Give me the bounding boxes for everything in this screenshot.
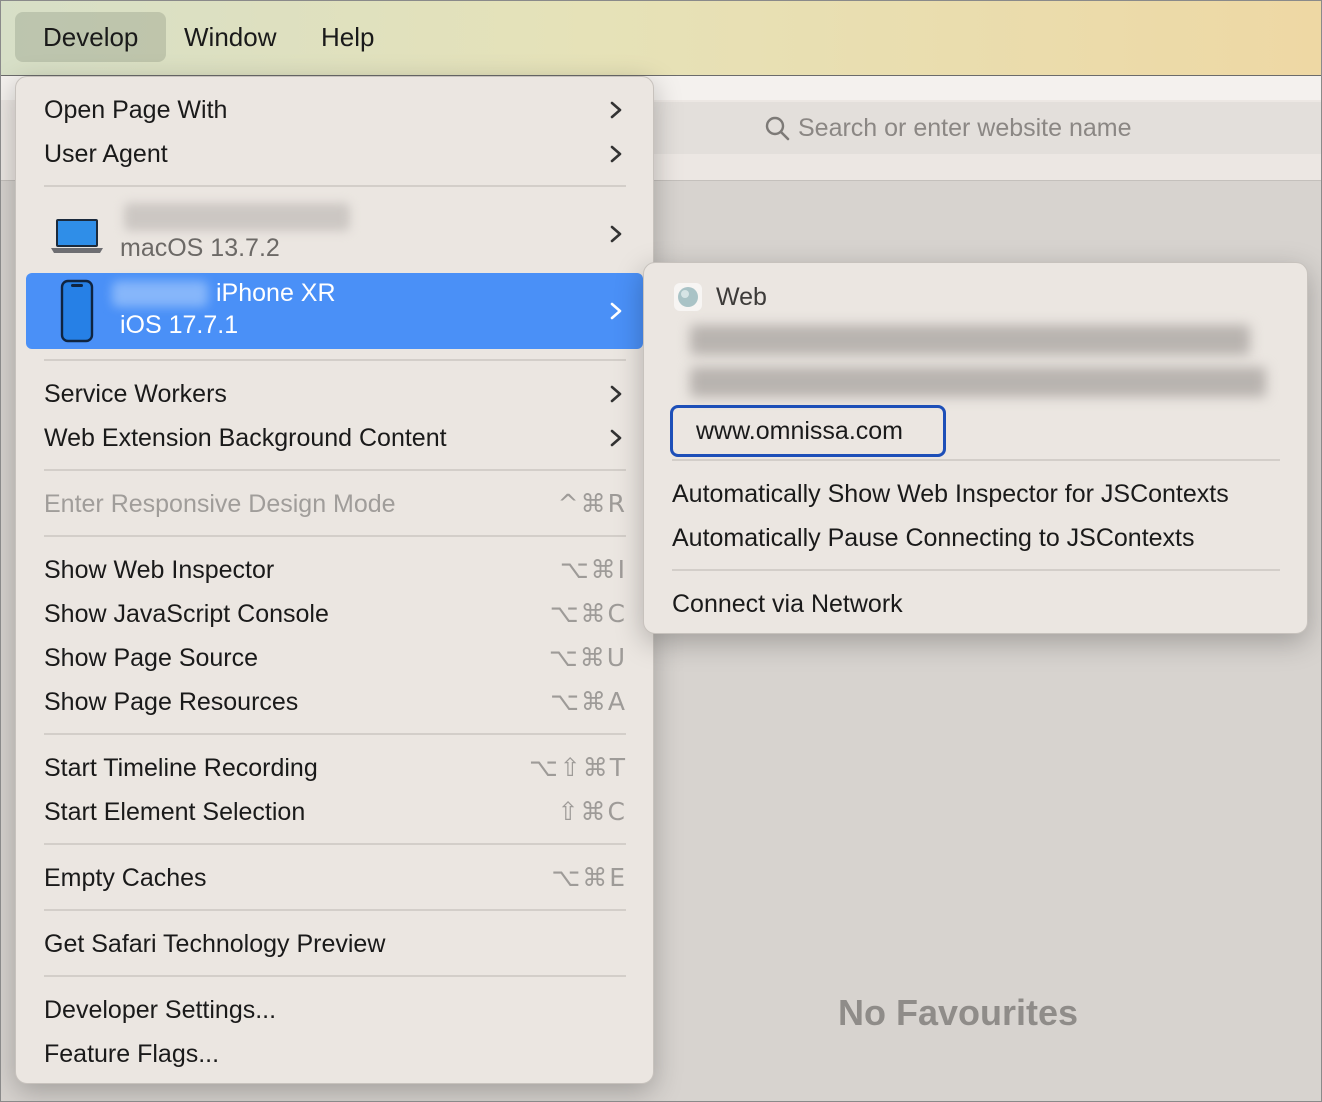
chevron-right-icon [610,145,622,163]
menu-help[interactable]: Help [293,12,402,62]
menu-item-web-extension[interactable]: Web Extension Background Content [26,416,643,460]
shortcut-label: ⌥⌘A [550,687,627,716]
chevron-right-icon [610,385,622,403]
menu-item-start-element-selection[interactable]: Start Element Selection ⇧⌘C [26,790,643,834]
menu-item-auto-pause[interactable]: Automatically Pause Connecting to JSCont… [672,516,1195,560]
separator [44,843,626,845]
menu-item-label: Enter Responsive Design Mode [44,490,396,518]
menu-item-developer-settings[interactable]: Developer Settings... [26,988,643,1032]
web-section-label: Web [716,283,767,311]
separator [44,185,626,187]
menu-item-mac-device[interactable]: macOS 13.7.2 [26,197,643,269]
separator [44,909,626,911]
menu-item-label: Empty Caches [44,864,207,892]
menu-item-start-timeline[interactable]: Start Timeline Recording ⌥⇧⌘T [26,746,643,790]
chevron-right-icon [610,225,622,243]
menu-item-show-web-inspector[interactable]: Show Web Inspector ⌥⌘I [26,548,643,592]
menu-item-label: Show Page Resources [44,688,299,716]
chevron-right-icon [610,302,622,320]
separator [44,469,626,471]
menu-item-responsive-design: Enter Responsive Design Mode ^⌘R [26,482,643,526]
menu-item-label: User Agent [44,140,168,168]
menu-item-label: Start Timeline Recording [44,754,318,782]
menu-item-label: Web Extension Background Content [44,424,447,452]
web-content-icon [674,283,702,311]
mac-os-version: macOS 13.7.2 [120,234,280,262]
menu-item-service-workers[interactable]: Service Workers [26,372,643,416]
menu-item-open-page-with[interactable]: Open Page With [26,88,643,132]
shortcut-label: ^⌘R [557,489,627,518]
menu-item-user-agent[interactable]: User Agent [26,132,643,176]
menu-item-feature-flags[interactable]: Feature Flags... [26,1032,643,1076]
separator [672,459,1280,461]
address-bar[interactable]: Search or enter website name [650,102,1322,154]
menu-item-iphone-device[interactable]: iPhone XR iOS 17.7.1 [26,273,643,349]
separator [672,569,1280,571]
shortcut-label: ⌥⌘I [559,555,627,584]
page-url-item[interactable]: www.omnissa.com [670,405,946,457]
menu-bar: Develop Window Help [0,0,1322,76]
menu-item-show-page-resources[interactable]: Show Page Resources ⌥⌘A [26,680,643,724]
menu-item-label: Service Workers [44,380,227,408]
redacted-identifier [690,367,1266,397]
shortcut-label: ⇧⌘C [557,797,627,826]
separator [44,975,626,977]
menu-item-auto-show-inspector[interactable]: Automatically Show Web Inspector for JSC… [672,472,1229,516]
menu-window[interactable]: Window [156,12,304,62]
menu-item-empty-caches[interactable]: Empty Caches ⌥⌘E [26,856,643,900]
shortcut-label: ⌥⇧⌘T [528,753,627,782]
separator [44,359,626,361]
develop-menu: Open Page With User Agent macOS 13.7.2 i… [15,76,654,1084]
menu-item-label: Show JavaScript Console [44,600,329,628]
menu-item-label: Show Page Source [44,644,259,672]
menu-item-technology-preview[interactable]: Get Safari Technology Preview [26,922,643,966]
device-submenu: Web www.omnissa.com Automatically Show W… [643,262,1308,634]
no-favourites-label: No Favourites [838,992,1079,1033]
menu-item-label: Open Page With [44,96,228,124]
separator [44,733,626,735]
device-name-redacted [112,281,208,307]
menu-item-label: Feature Flags... [44,1040,220,1068]
iphone-name: iPhone XR [216,279,336,307]
shortcut-label: ⌥⌘E [551,863,627,892]
menu-item-show-js-console[interactable]: Show JavaScript Console ⌥⌘C [26,592,643,636]
search-icon [765,116,790,141]
separator [44,535,626,537]
menu-item-connect-via-network[interactable]: Connect via Network [672,582,903,626]
laptop-icon [51,219,103,253]
search-placeholder: Search or enter website name [798,114,1132,142]
chevron-right-icon [610,101,622,119]
shortcut-label: ⌥⌘U [548,643,627,672]
menu-item-label: Show Web Inspector [44,556,275,584]
menu-item-show-page-source[interactable]: Show Page Source ⌥⌘U [26,636,643,680]
device-name-redacted [124,203,350,231]
chevron-right-icon [610,429,622,447]
iphone-icon [60,279,94,343]
menu-item-label: Get Safari Technology Preview [44,930,386,958]
shortcut-label: ⌥⌘C [549,599,627,628]
menu-item-label: Start Element Selection [44,798,306,826]
menu-develop[interactable]: Develop [15,12,167,62]
redacted-identifier [690,325,1250,355]
iphone-os-version: iOS 17.7.1 [120,311,239,339]
menu-item-label: Developer Settings... [44,996,277,1024]
